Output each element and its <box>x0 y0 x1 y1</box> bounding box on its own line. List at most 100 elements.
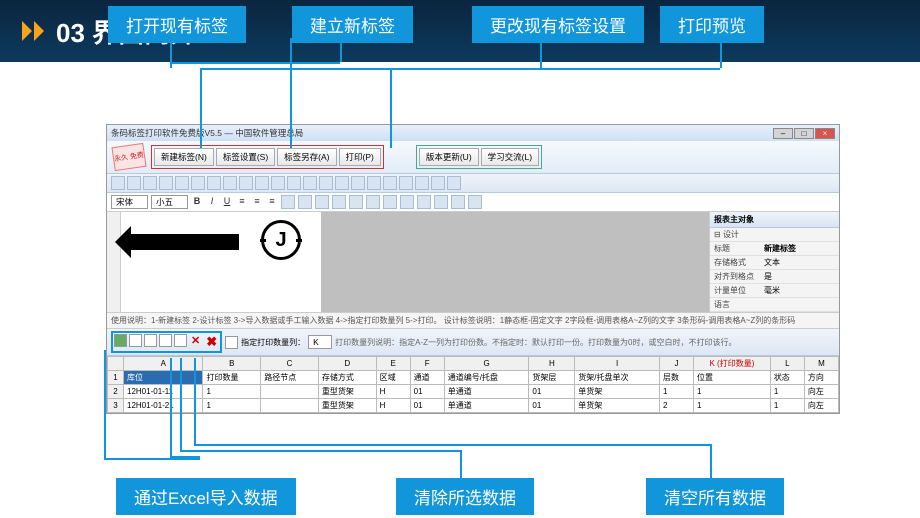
tool-icon[interactable] <box>159 334 172 347</box>
grid-cell[interactable]: 货架/托盘单次 <box>575 371 660 385</box>
grid-cell[interactable] <box>261 385 319 399</box>
learn-button[interactable]: 学习交流(L) <box>481 148 539 166</box>
tool-icon[interactable] <box>468 195 482 209</box>
col-header[interactable]: J <box>659 357 693 371</box>
underline-icon[interactable]: U <box>221 196 233 208</box>
tool-icon[interactable] <box>367 176 381 190</box>
tool-icon[interactable] <box>191 176 205 190</box>
prop-val[interactable]: 毫米 <box>764 285 835 296</box>
tool-icon[interactable] <box>349 195 363 209</box>
grid-cell[interactable]: 单货架 <box>575 385 660 399</box>
italic-icon[interactable]: I <box>206 196 218 208</box>
tool-icon[interactable] <box>434 195 448 209</box>
tool-icon[interactable] <box>315 195 329 209</box>
grid-cell[interactable]: 1 <box>694 385 771 399</box>
grid-cell[interactable]: 方向 <box>804 371 838 385</box>
align-icon[interactable]: ≡ <box>236 196 248 208</box>
canvas[interactable]: J <box>121 212 321 312</box>
titlebar[interactable]: 条码标签打印软件免费版V5.5 — 中国软件管理总局 – □ × <box>107 125 839 141</box>
tool-icon[interactable] <box>400 195 414 209</box>
tool-icon[interactable] <box>255 176 269 190</box>
grid-cell[interactable]: 1 <box>203 385 261 399</box>
tool-icon[interactable] <box>239 176 253 190</box>
grid-cell[interactable] <box>261 399 319 413</box>
tool-icon[interactable] <box>144 334 157 347</box>
grid-cell[interactable]: 2 <box>108 385 124 399</box>
grid-cell[interactable]: 路径节点 <box>261 371 319 385</box>
tool-icon[interactable] <box>271 176 285 190</box>
grid-cell[interactable]: 重型货架 <box>318 399 376 413</box>
prop-val[interactable]: 新建标签 <box>764 243 835 254</box>
col-header[interactable]: C <box>261 357 319 371</box>
tool-icon[interactable] <box>159 176 173 190</box>
grid-cell[interactable]: 1 <box>108 371 124 385</box>
grid-cell[interactable]: 向左 <box>804 399 838 413</box>
save-as-button[interactable]: 标签另存(A) <box>277 148 336 166</box>
tool-icon[interactable] <box>431 176 445 190</box>
print-button[interactable]: 打印(P) <box>339 148 381 166</box>
prop-val[interactable] <box>764 299 835 310</box>
tool-icon[interactable] <box>225 336 238 349</box>
grid-cell[interactable]: 12H01-01-21 <box>124 399 203 413</box>
grid-cell[interactable]: 向左 <box>804 385 838 399</box>
tool-icon[interactable] <box>174 334 187 347</box>
grid-cell[interactable]: 01 <box>410 399 444 413</box>
tool-icon[interactable] <box>383 176 397 190</box>
tool-icon[interactable] <box>351 176 365 190</box>
label-settings-button[interactable]: 标签设置(S) <box>216 148 275 166</box>
tool-icon[interactable] <box>319 176 333 190</box>
col-header[interactable]: G <box>444 357 529 371</box>
grid-cell[interactable]: 1 <box>203 399 261 413</box>
tool-icon[interactable] <box>127 176 141 190</box>
grid-cell[interactable]: 01 <box>410 385 444 399</box>
tool-icon[interactable] <box>129 334 142 347</box>
tool-icon[interactable] <box>447 176 461 190</box>
excel-import-icon[interactable] <box>114 334 127 347</box>
tool-icon[interactable] <box>223 176 237 190</box>
tool-icon[interactable] <box>287 176 301 190</box>
tool-icon[interactable] <box>417 195 431 209</box>
tool-icon[interactable] <box>332 195 346 209</box>
align-icon[interactable]: ≡ <box>266 196 278 208</box>
tool-icon[interactable] <box>383 195 397 209</box>
col-header[interactable]: E <box>376 357 410 371</box>
tool-icon[interactable] <box>303 176 317 190</box>
align-icon[interactable]: ≡ <box>251 196 263 208</box>
grid-cell[interactable]: 打印数量 <box>203 371 261 385</box>
close-button[interactable]: × <box>815 128 835 139</box>
grid-cell[interactable]: H <box>376 385 410 399</box>
grid-cell[interactable]: 货架层 <box>529 371 575 385</box>
grid-cell[interactable]: 2 <box>659 399 693 413</box>
prop-val[interactable]: 是 <box>764 271 835 282</box>
tool-icon[interactable] <box>335 176 349 190</box>
tool-icon[interactable] <box>111 176 125 190</box>
grid-cell[interactable]: 状态 <box>770 371 804 385</box>
prop-val[interactable]: 文本 <box>764 257 835 268</box>
minimize-button[interactable]: – <box>773 128 793 139</box>
col-header[interactable]: M <box>804 357 838 371</box>
delete-selected-icon[interactable]: ✕ <box>189 334 202 350</box>
grid-cell[interactable]: 01 <box>529 399 575 413</box>
col-header[interactable] <box>108 357 124 371</box>
arrow-shape[interactable] <box>129 234 239 250</box>
update-button[interactable]: 版本更新(U) <box>419 148 479 166</box>
col-header[interactable]: L <box>770 357 804 371</box>
col-header[interactable]: F <box>410 357 444 371</box>
tool-icon[interactable] <box>298 195 312 209</box>
tool-icon[interactable] <box>175 176 189 190</box>
data-grid[interactable]: ABCDEFGHIJK (打印数量)LM 1库位打印数量路径节点存储方式区域通道… <box>107 356 839 413</box>
tool-icon[interactable] <box>415 176 429 190</box>
grid-cell[interactable]: 1 <box>770 399 804 413</box>
col-header[interactable]: H <box>529 357 575 371</box>
col-header[interactable]: B <box>203 357 261 371</box>
clear-all-icon[interactable]: ✖ <box>204 334 219 350</box>
j-symbol[interactable]: J <box>261 220 301 260</box>
tool-icon[interactable] <box>281 195 295 209</box>
col-header[interactable]: I <box>575 357 660 371</box>
grid-cell[interactable]: H <box>376 399 410 413</box>
tool-icon[interactable] <box>207 176 221 190</box>
grid-cell[interactable]: 层数 <box>659 371 693 385</box>
tool-icon[interactable] <box>366 195 380 209</box>
new-label-button[interactable]: 新建标签(N) <box>154 148 214 166</box>
col-header[interactable]: A <box>124 357 203 371</box>
